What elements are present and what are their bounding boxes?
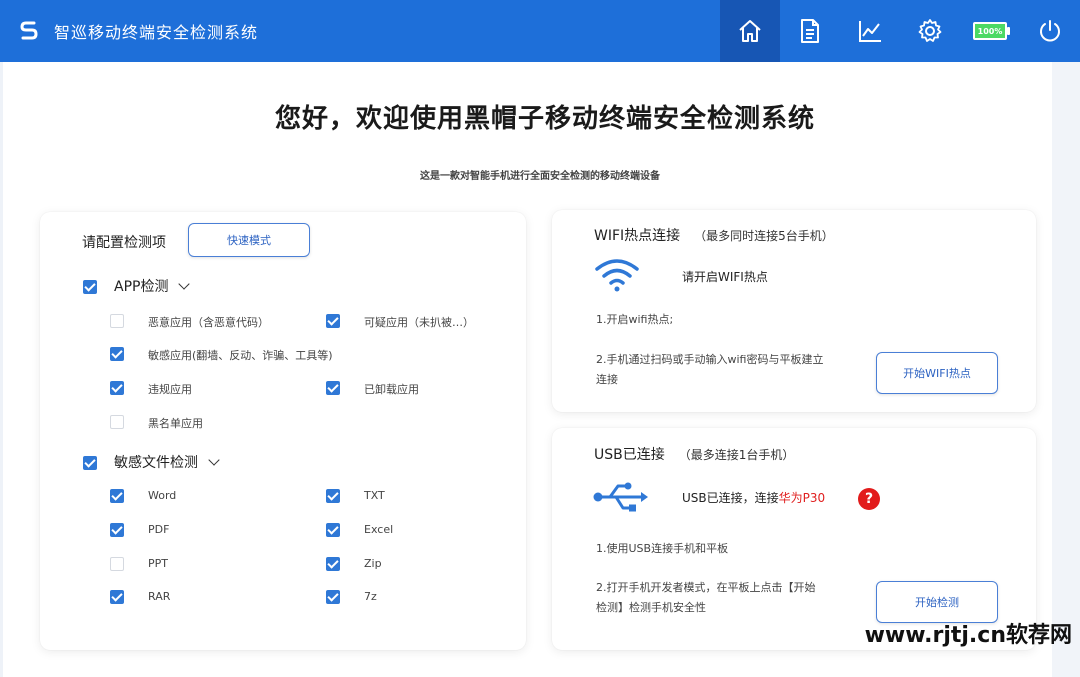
page-title: 您好，欢迎使用黑帽子移动终端安全检测系统 [274, 104, 815, 134]
chevron-down-icon[interactable] [178, 277, 191, 290]
7z-label: 7z [364, 590, 377, 603]
usb-title-row: USB已连接 （最多连接1台手机） [594, 444, 794, 464]
app-check-checkbox[interactable] [83, 280, 97, 294]
usb-status: USB已连接，连接华为P30 [682, 488, 825, 508]
malicious-app-checkbox[interactable] [110, 314, 124, 328]
rar-checkbox[interactable] [110, 590, 124, 604]
app-check-section[interactable]: APP检测 [114, 276, 191, 296]
toolbar: 100% [720, 0, 1080, 62]
report-button[interactable] [780, 0, 840, 62]
suspicious-app-checkbox[interactable] [326, 314, 340, 328]
uninstalled-app-checkbox[interactable] [326, 381, 340, 395]
statistics-button[interactable] [840, 0, 900, 62]
wifi-status: 请开启WIFI热点 [682, 270, 768, 284]
blacklist-app-checkbox[interactable] [110, 415, 124, 429]
uninstalled-app-label: 已卸载应用 [364, 383, 419, 396]
violation-app-checkbox[interactable] [110, 381, 124, 395]
usb-title: USB已连接 [594, 447, 665, 463]
violation-app-label: 违规应用 [148, 383, 192, 396]
word-label: Word [148, 489, 177, 502]
usb-step-1: 1.使用USB连接手机和平板 [596, 542, 729, 555]
gear-icon [918, 19, 942, 42]
app-title: 智巡移动终端安全检测系统 [54, 23, 259, 42]
page-subtitle: 这是一款对智能手机进行全面安全检测的移动终端设备 [420, 171, 660, 182]
wifi-step-2-line-1: 2.手机通过扫码或手动输入wifi密码与平板建立 [596, 353, 824, 366]
usb-status-text: USB已连接，连接 [682, 491, 779, 505]
sensitive-app-checkbox[interactable] [110, 347, 124, 361]
usb-step-2-line-2: 检测】检测手机安全性 [596, 601, 706, 614]
usb-step-2: 2.打开手机开发者模式，在平板上点击【开始 检测】检测手机安全性 [596, 578, 816, 618]
power-button[interactable] [1020, 0, 1080, 62]
top-bar: 智巡移动终端安全检测系统 100% [0, 0, 1080, 62]
malicious-app-label: 恶意应用（含恶意代码） [148, 316, 269, 329]
document-icon [801, 19, 819, 43]
zip-label: Zip [364, 557, 382, 570]
sensitive-file-checkbox[interactable] [83, 456, 97, 470]
blacklist-app-label: 黑名单应用 [148, 417, 203, 430]
connected-device-name: 华为P30 [778, 491, 826, 505]
wifi-title: WIFI热点连接 [594, 228, 681, 244]
chevron-down-icon[interactable] [208, 453, 220, 466]
wifi-step-2: 2.手机通过扫码或手动输入wifi密码与平板建立 连接 [596, 350, 823, 390]
word-checkbox[interactable] [110, 489, 124, 503]
home-icon [739, 20, 761, 42]
app-logo-icon [18, 20, 40, 42]
chart-icon [859, 21, 881, 42]
battery-status: 100% [960, 0, 1020, 62]
site-watermark: www.rjtj.cn软荐网 [864, 623, 1072, 648]
ppt-label: PPT [148, 557, 168, 570]
right-edge [1052, 62, 1080, 677]
home-button[interactable] [720, 0, 780, 62]
pdf-label: PDF [148, 523, 170, 536]
settings-button[interactable] [900, 0, 960, 62]
quick-mode-button[interactable]: 快速模式 [188, 223, 310, 257]
txt-checkbox[interactable] [326, 489, 340, 503]
usb-step-2-line-1: 2.打开手机开发者模式，在平板上点击【开始 [596, 581, 816, 594]
zip-checkbox[interactable] [326, 557, 340, 571]
battery-icon: 100% [973, 22, 1010, 40]
7z-checkbox[interactable] [326, 590, 340, 604]
app-check-label: APP检测 [114, 279, 169, 295]
wifi-card: WIFI热点连接 （最多同时连接5台手机） 请开启WIFI热点 1.开启wifi热… [552, 210, 1036, 412]
help-icon[interactable]: ? [858, 488, 880, 510]
sensitive-app-label: 敏感应用(翻墙、反动、诈骗、工具等) [148, 349, 333, 362]
ppt-checkbox[interactable] [110, 557, 124, 571]
left-edge [0, 62, 3, 677]
suspicious-app-label: 可疑应用（未扒被…） [364, 316, 474, 329]
wifi-title-row: WIFI热点连接 （最多同时连接5台手机） [594, 225, 834, 245]
wifi-icon [595, 259, 639, 292]
config-card: 请配置检测项 快速模式 APP检测 恶意应用（含恶意代码） 可疑应用（未扒被…）… [40, 212, 526, 650]
excel-label: Excel [364, 523, 394, 536]
txt-label: TXT [364, 489, 385, 502]
start-wifi-hotspot-button[interactable]: 开始WIFI热点 [876, 352, 998, 394]
wifi-note: （最多同时连接5台手机） [694, 229, 834, 243]
rar-label: RAR [148, 590, 171, 603]
wifi-step-1: 1.开启wifi热点; [596, 313, 674, 326]
sensitive-file-section[interactable]: 敏感文件检测 [114, 452, 220, 472]
power-icon [1040, 20, 1060, 42]
excel-checkbox[interactable] [326, 523, 340, 537]
wifi-step-2-line-2: 连接 [596, 373, 618, 386]
pdf-checkbox[interactable] [110, 523, 124, 537]
sensitive-file-label: 敏感文件检测 [114, 455, 198, 471]
config-title: 请配置检测项 [82, 235, 166, 251]
usb-note: （最多连接1台手机） [678, 448, 795, 462]
usb-icon [593, 482, 648, 512]
